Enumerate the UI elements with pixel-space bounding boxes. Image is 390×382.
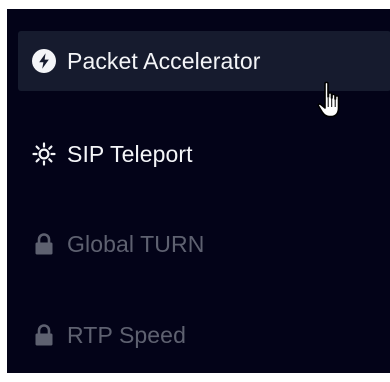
menu-item-rtp-speed[interactable]: RTP Speed	[18, 305, 390, 365]
lock-icon	[31, 231, 57, 257]
menu-item-label: Packet Accelerator	[67, 47, 261, 74]
menu-panel: Packet Accelerator SIP Teleport Global T…	[7, 9, 390, 373]
menu-item-sip-teleport[interactable]: SIP Teleport	[18, 124, 390, 184]
lock-icon	[31, 322, 57, 348]
sun-icon	[31, 141, 57, 167]
menu-item-packet-accelerator[interactable]: Packet Accelerator	[18, 31, 390, 91]
bolt-icon	[31, 48, 57, 74]
menu-item-label: RTP Speed	[67, 321, 186, 348]
menu-item-global-turn[interactable]: Global TURN	[18, 214, 390, 274]
menu-item-label: SIP Teleport	[67, 140, 193, 167]
menu-item-label: Global TURN	[67, 230, 205, 257]
